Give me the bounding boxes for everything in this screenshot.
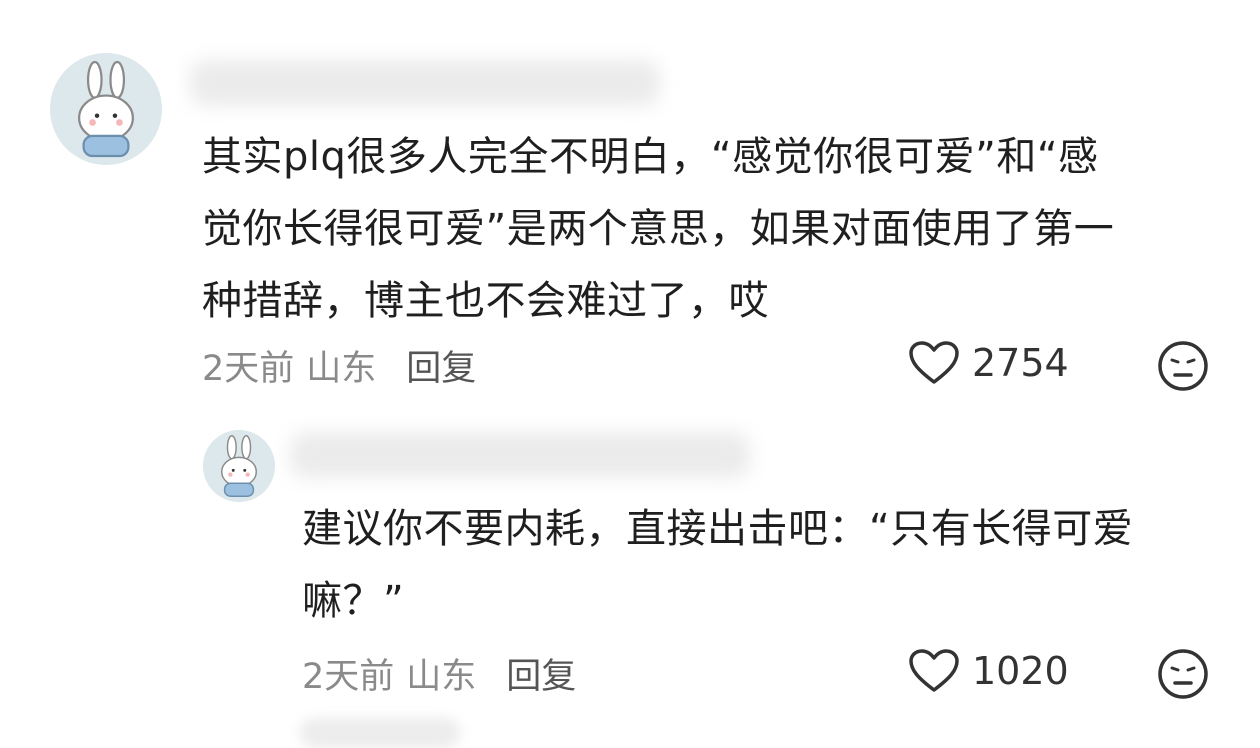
reply-button[interactable]: 回复 — [406, 349, 476, 389]
username-redacted — [190, 60, 660, 106]
comment-time: 2天前 — [302, 657, 395, 697]
heart-outline-icon — [909, 649, 959, 692]
comment-line: 嘛？” — [302, 578, 405, 624]
comment-body: 其实plq很多人完全不明白，“感觉你很可爱”和“感 觉你长得很可爱”是两个意思，… — [202, 121, 1212, 337]
comment-meta: 2天前 山东 回复 — [302, 648, 576, 699]
user-avatar-icon[interactable] — [203, 430, 275, 502]
like-count: 2754 — [972, 341, 1069, 385]
like-count: 1020 — [972, 649, 1069, 693]
username-redacted — [290, 432, 750, 478]
comment-line: 觉你长得很可爱”是两个意思，如果对面使用了第一 — [202, 206, 1115, 252]
comment-line: 建议你不要内耗，直接出击吧：“只有长得可爱 — [302, 506, 1134, 552]
more-replies-redacted — [300, 718, 460, 748]
comment-line: 其实plq很多人完全不明白，“感觉你很可爱”和“感 — [202, 134, 1099, 180]
comment-line: 种措辞，博主也不会难过了，哎 — [202, 278, 769, 324]
comment-body: 建议你不要内耗，直接出击吧：“只有长得可爱 嘛？” — [302, 493, 1222, 637]
comment-meta: 2天前 山东 回复 — [202, 340, 476, 391]
comment-time: 2天前 — [202, 349, 295, 389]
heart-outline-icon — [909, 341, 959, 384]
like-button[interactable]: 1020 — [908, 648, 1069, 694]
neutral-face-icon[interactable] — [1157, 648, 1209, 700]
reply-button[interactable]: 回复 — [506, 657, 576, 697]
comment-location: 山东 — [406, 657, 477, 697]
user-avatar-icon[interactable] — [50, 53, 162, 165]
like-button[interactable]: 2754 — [908, 340, 1069, 386]
neutral-face-icon[interactable] — [1157, 340, 1209, 392]
comment-location: 山东 — [306, 349, 377, 389]
